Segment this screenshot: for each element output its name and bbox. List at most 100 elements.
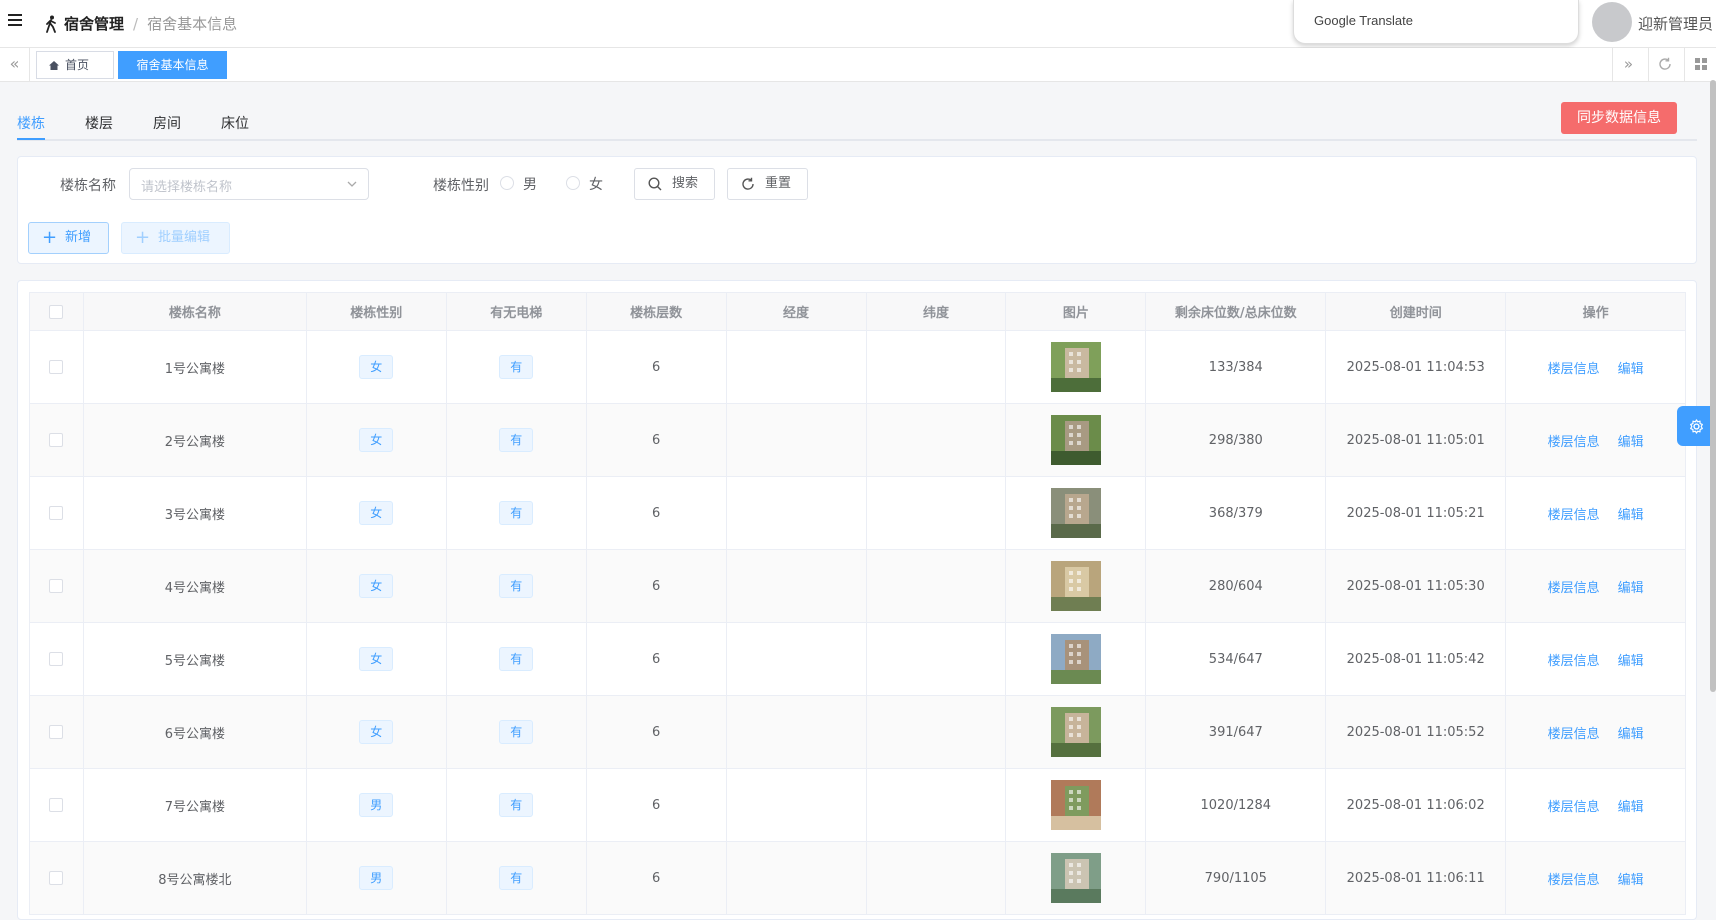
gender-radio-female-label[interactable]: 女 [589,174,603,194]
cell-floors: 6 [587,404,727,476]
gender-badge: 女 [359,574,394,598]
row-checkbox[interactable] [49,433,64,447]
user-name[interactable]: 迎新管理员 [1638,13,1713,34]
building-thumbnail[interactable] [1050,561,1101,611]
tag-home-label: 首页 [65,58,90,72]
avatar[interactable] [1592,2,1632,42]
edit-link[interactable]: 编辑 [1618,504,1644,523]
tab-building[interactable]: 楼栋 [17,113,45,133]
cell-image [1006,696,1147,768]
edit-link[interactable]: 编辑 [1618,723,1644,742]
page-scrollbar[interactable] [1710,80,1716,692]
cell-gender: 女 [307,696,447,768]
add-button[interactable]: + 新增 [28,222,109,254]
cell-floors: 6 [587,696,727,768]
grid-menu-icon[interactable] [1684,48,1716,81]
cell-elevator: 有 [447,623,587,695]
table-row: 3号公寓楼女有 6 368/379 2025-08-01 11:05:21 楼层信息 编辑 [30,477,1687,550]
row-checkbox[interactable] [49,725,64,739]
elevator-badge: 有 [499,720,534,744]
floor-info-link[interactable]: 楼层信息 [1548,504,1600,523]
sync-data-button[interactable]: 同步数据信息 [1561,102,1677,134]
floor-info-link[interactable]: 楼层信息 [1548,796,1600,815]
gender-radio-male-label[interactable]: 男 [523,174,537,194]
building-thumbnail[interactable] [1050,415,1101,465]
scroll-left-icon[interactable]: « [0,48,30,81]
cell-longitude [727,331,867,403]
search-button[interactable]: 搜索 [634,168,715,200]
cell-image [1006,769,1147,841]
scroll-right-icon[interactable]: » [1612,48,1644,81]
cell-latitude [867,769,1007,841]
floor-info-link[interactable]: 楼层信息 [1548,358,1600,377]
cell-ops: 楼层信息 编辑 [1506,331,1687,403]
building-thumbnail[interactable] [1050,342,1101,392]
edit-link[interactable]: 编辑 [1618,869,1644,888]
cell-created: 2025-08-01 11:06:11 [1326,842,1507,914]
cell-ops: 楼层信息 编辑 [1506,550,1687,622]
cell-latitude [867,331,1007,403]
floor-info-link[interactable]: 楼层信息 [1548,431,1600,450]
cell-image [1006,331,1147,403]
batch-edit-button-label: 批量编辑 [158,230,211,245]
tag-dorm-info[interactable]: 宿舍基本信息 [118,51,227,79]
batch-edit-button[interactable]: + 批量编辑 [121,222,230,254]
row-checkbox[interactable] [49,652,64,666]
cell-gender: 男 [307,842,447,914]
col-header-gender: 楼栋性别 [307,293,447,330]
row-checkbox[interactable] [49,360,64,374]
reset-button[interactable]: 重置 [727,168,808,200]
cell-building-name: 5号公寓楼 [84,623,307,695]
building-thumbnail[interactable] [1050,634,1101,684]
cell-floors: 6 [587,477,727,549]
tab-room[interactable]: 房间 [153,113,181,133]
tags-bar: « 首页 宿舍基本信息 » [0,48,1716,82]
cell-image [1006,550,1147,622]
menu-icon[interactable] [8,14,24,30]
table-card: 楼栋名称 楼栋性别 有无电梯 楼栋层数 经度 纬度 图片 剩余床位数/总床位数 … [17,280,1697,920]
row-checkbox[interactable] [49,579,64,593]
building-thumbnail[interactable] [1050,780,1101,830]
google-translate-popup[interactable]: Google Translate [1293,0,1579,44]
refresh-icon[interactable] [1648,48,1680,81]
elevator-badge: 有 [499,647,534,671]
elevator-badge: 有 [499,428,534,452]
table-row: 7号公寓楼男有 6 1020/1284 2025-08-01 11:06:02 楼层信息… [30,769,1687,842]
building-name-select[interactable]: 请选择楼栋名称 [129,168,369,200]
chevron-down-icon [347,181,357,187]
tab-active-indicator [17,138,45,140]
cell-floors: 6 [587,842,727,914]
breadcrumb-title[interactable]: 宿舍管理 [64,13,124,34]
edit-link[interactable]: 编辑 [1618,358,1644,377]
floor-info-link[interactable]: 楼层信息 [1548,723,1600,742]
row-select-cell [30,404,84,476]
building-thumbnail[interactable] [1050,488,1101,538]
gender-radio-female[interactable] [566,176,580,190]
cell-image [1006,404,1147,476]
building-thumbnail[interactable] [1050,853,1101,903]
row-checkbox[interactable] [49,506,64,520]
floor-info-link[interactable]: 楼层信息 [1548,869,1600,888]
gender-radio-male[interactable] [500,176,514,190]
edit-link[interactable]: 编辑 [1618,796,1644,815]
edit-link[interactable]: 编辑 [1618,577,1644,596]
cell-longitude [727,404,867,476]
edit-link[interactable]: 编辑 [1618,650,1644,669]
cell-image [1006,623,1147,695]
cell-building-name: 8号公寓楼北 [84,842,307,914]
select-all-checkbox[interactable] [49,304,64,319]
row-checkbox[interactable] [49,871,64,885]
tag-home[interactable]: 首页 [36,51,114,79]
floor-info-link[interactable]: 楼层信息 [1548,650,1600,669]
cell-beds: 368/379 [1146,477,1327,549]
gender-badge: 男 [359,793,394,817]
building-thumbnail[interactable] [1050,707,1101,757]
tab-bed[interactable]: 床位 [221,113,249,133]
floor-info-link[interactable]: 楼层信息 [1548,577,1600,596]
cell-beds: 790/1105 [1146,842,1327,914]
cell-latitude [867,477,1007,549]
cell-ops: 楼层信息 编辑 [1506,842,1687,914]
edit-link[interactable]: 编辑 [1618,431,1644,450]
row-checkbox[interactable] [49,798,64,812]
tab-floor[interactable]: 楼层 [85,113,113,133]
